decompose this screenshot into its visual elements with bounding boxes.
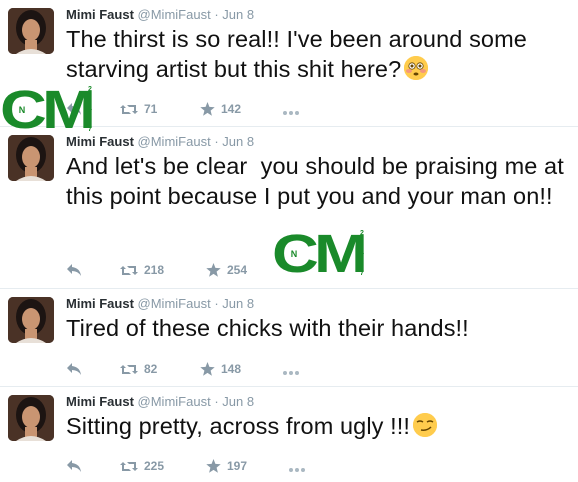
more-button[interactable] — [288, 457, 306, 475]
tweet-text: The thirst is so real!! I've been around… — [66, 24, 566, 84]
tweet-date[interactable]: Jun 8 — [222, 134, 254, 149]
favorite-count: 254 — [227, 263, 248, 277]
avatar[interactable] — [8, 297, 54, 343]
separator: · — [214, 296, 219, 311]
author-handle[interactable]: @MimiFaust — [138, 7, 211, 22]
tweet-header: Mimi Faust @MimiFaust · Jun 8 — [66, 6, 254, 24]
favorite-count: 148 — [221, 362, 242, 376]
reply-icon — [67, 363, 81, 375]
favorite-count: 197 — [227, 459, 248, 473]
tweet-date[interactable]: Jun 8 — [222, 7, 254, 22]
favorite-button[interactable]: 142 — [200, 100, 241, 118]
watermark-circle-letter: N — [15, 103, 29, 117]
watermark-digit: 4 — [360, 250, 364, 257]
favorite-button[interactable]: 254 — [206, 261, 247, 279]
more-button[interactable] — [282, 100, 300, 118]
tweet-text: Tired of these chicks with their hands!! — [66, 313, 566, 343]
tweet-body: Sitting pretty, across from ugly !!! — [66, 413, 411, 439]
more-icon — [283, 111, 299, 115]
reply-icon — [67, 460, 81, 472]
separator: · — [214, 394, 219, 409]
retweet-button[interactable]: 225 — [120, 457, 164, 475]
tweet-body: The thirst is so real!! I've been around… — [66, 26, 527, 82]
tweet[interactable]: Mimi Faust @MimiFaust · Jun 8 Sitting pr… — [0, 387, 578, 482]
author-name[interactable]: Mimi Faust — [66, 296, 134, 311]
tweet-date[interactable]: Jun 8 — [222, 394, 254, 409]
watermark-digit: 2 — [360, 230, 364, 237]
tweet-text: And let's be clear you should be praisin… — [66, 151, 566, 211]
retweet-icon — [120, 266, 138, 275]
star-icon — [206, 263, 221, 277]
watermark-digit: 4 — [88, 106, 92, 113]
tweet-header: Mimi Faust @MimiFaust · Jun 8 — [66, 393, 254, 411]
more-icon — [289, 468, 305, 472]
smirking-face-icon — [413, 413, 438, 437]
author-handle[interactable]: @MimiFaust — [138, 394, 211, 409]
more-button[interactable] — [282, 360, 300, 378]
avatar[interactable] — [8, 395, 54, 441]
author-handle[interactable]: @MimiFaust — [138, 134, 211, 149]
favorite-button[interactable]: 197 — [206, 457, 247, 475]
tweet-date[interactable]: Jun 8 — [222, 296, 254, 311]
star-icon — [200, 102, 215, 116]
retweet-icon — [120, 365, 138, 374]
separator: · — [214, 7, 219, 22]
favorite-button[interactable]: 148 — [200, 360, 241, 378]
retweet-icon — [120, 462, 138, 471]
favorite-count: 142 — [221, 102, 242, 116]
star-icon — [200, 362, 215, 376]
retweet-button[interactable]: 71 — [120, 100, 157, 118]
tweet-body: And let's be clear you should be praisin… — [66, 153, 571, 209]
watermark-text: CM — [272, 224, 368, 284]
retweet-count: 225 — [144, 459, 165, 473]
watermark-text: CM — [0, 80, 96, 140]
retweet-icon — [120, 105, 138, 114]
star-icon — [206, 459, 221, 473]
flushed-face-icon — [404, 56, 429, 80]
reply-button[interactable] — [66, 457, 82, 475]
separator: · — [214, 134, 219, 149]
tweet-header: Mimi Faust @MimiFaust · Jun 8 — [66, 295, 254, 313]
watermark-circle-letter: N — [287, 247, 301, 261]
reply-icon — [67, 264, 81, 276]
tweet-feed: Mimi Faust @MimiFaust · Jun 8 The thirst… — [0, 0, 578, 482]
cm-watermark-logo: CM N 2 4 7 — [272, 224, 372, 290]
watermark-digit: 7 — [88, 126, 92, 133]
cm-watermark-logo: CM N 2 4 7 — [0, 80, 100, 146]
author-handle[interactable]: @MimiFaust — [138, 296, 211, 311]
retweet-button[interactable]: 218 — [120, 261, 164, 279]
author-name[interactable]: Mimi Faust — [66, 394, 134, 409]
retweet-count: 218 — [144, 263, 165, 277]
reply-button[interactable] — [66, 360, 82, 378]
tweet-body: Tired of these chicks with their hands!! — [66, 315, 469, 341]
watermark-digit: 7 — [360, 270, 364, 277]
retweet-count: 71 — [144, 102, 158, 116]
author-name[interactable]: Mimi Faust — [66, 7, 134, 22]
avatar[interactable] — [8, 8, 54, 54]
tweet-text: Sitting pretty, across from ugly !!! — [66, 411, 566, 441]
retweet-button[interactable]: 82 — [120, 360, 157, 378]
reply-button[interactable] — [66, 261, 82, 279]
watermark-digit: 2 — [88, 86, 92, 93]
tweet[interactable]: Mimi Faust @MimiFaust · Jun 8 Tired of t… — [0, 289, 578, 387]
more-icon — [283, 371, 299, 375]
retweet-count: 82 — [144, 362, 158, 376]
